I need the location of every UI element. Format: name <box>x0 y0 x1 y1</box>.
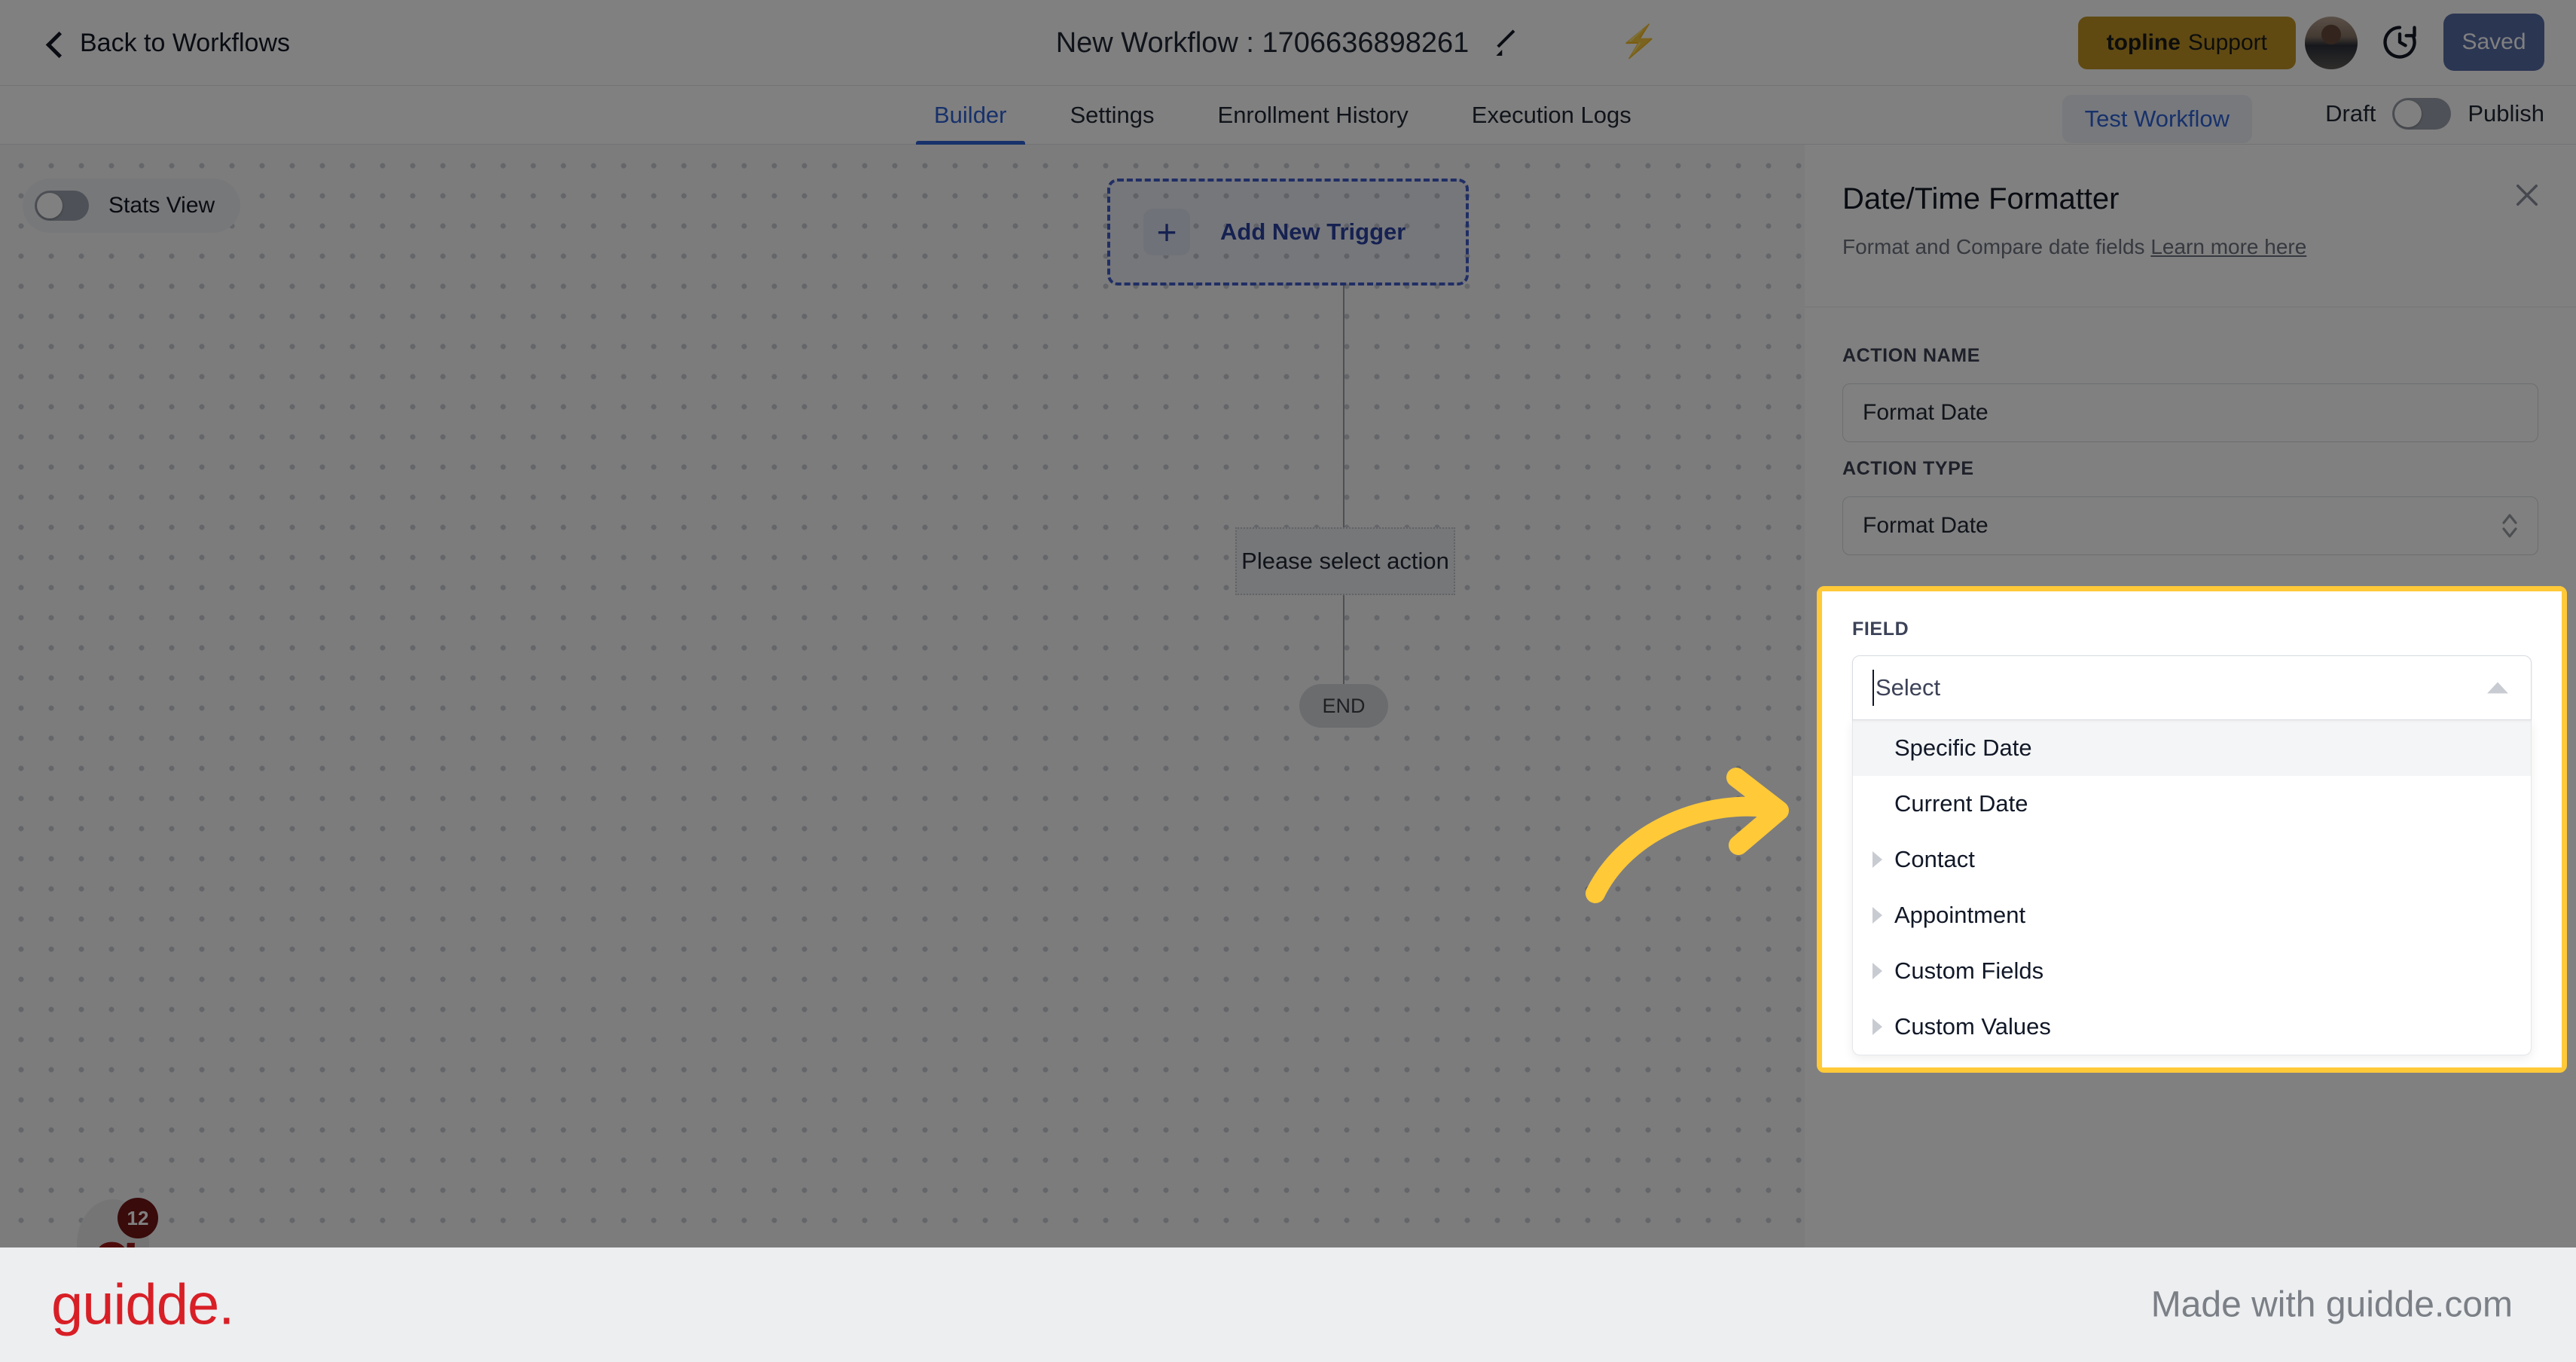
annotation-arrow-icon <box>1586 768 1789 903</box>
text-caret <box>1872 670 1874 706</box>
menu-item-current-date[interactable]: Current Date <box>1853 776 2531 832</box>
tab-execution-logs[interactable]: Execution Logs <box>1440 86 1663 145</box>
panel-title: Date/Time Formatter <box>1842 182 2120 215</box>
chevron-left-icon <box>45 34 63 52</box>
add-new-trigger-button[interactable]: + Add New Trigger <box>1107 179 1469 286</box>
chevron-right-icon[interactable] <box>1872 963 1882 979</box>
menu-item-custom-fields[interactable]: Custom Fields <box>1853 943 2531 999</box>
tab-builder-label: Builder <box>934 102 1007 128</box>
menu-item-appointment[interactable]: Appointment <box>1853 887 2531 943</box>
chevron-up-icon[interactable] <box>2487 682 2508 694</box>
menu-item-custom-values[interactable]: Custom Values <box>1853 999 2531 1055</box>
select-action-label: Please select action <box>1241 548 1449 574</box>
connector-line-top <box>1343 286 1344 528</box>
workflow-title: New Workflow : 1706636898261 <box>1056 0 1521 86</box>
guidde-widget-badge: 12 <box>118 1198 158 1238</box>
workflow-canvas[interactable]: Stats View + Add New Trigger Please sele… <box>0 145 1805 1362</box>
action-name-value: Format Date <box>1863 400 1988 425</box>
test-workflow-label: Test Workflow <box>2084 105 2230 132</box>
menu-item-label: Current Date <box>1894 790 2028 817</box>
menu-item-label: Appointment <box>1894 902 2026 928</box>
test-workflow-button[interactable]: Test Workflow <box>2062 95 2252 143</box>
chevron-right-icon[interactable] <box>1872 907 1882 924</box>
support-label: Support <box>2187 30 2267 55</box>
tab-enrollment-history[interactable]: Enrollment History <box>1186 86 1440 145</box>
avatar[interactable] <box>2305 17 2358 69</box>
field-select-value: Select <box>1876 674 1941 701</box>
publish-toggle-group: Draft Publish <box>2325 98 2544 130</box>
history-clock-icon[interactable] <box>2380 23 2419 62</box>
stats-view-switch[interactable] <box>35 191 89 221</box>
chevron-right-icon[interactable] <box>1872 851 1882 868</box>
field-select-input[interactable]: Select <box>1852 655 2532 720</box>
field-highlight-callout: FIELD Select Specific Date Current Date … <box>1817 586 2567 1073</box>
menu-item-label: Contact <box>1894 846 1975 872</box>
menu-item-label: Custom Values <box>1894 1013 2051 1040</box>
action-type-group: ACTION TYPE Format Date <box>1842 458 2538 555</box>
connector-line-bottom <box>1343 595 1344 684</box>
saved-button-label: Saved <box>2462 29 2526 54</box>
publish-label: Publish <box>2468 100 2544 127</box>
edit-pencil-icon[interactable] <box>1494 30 1520 56</box>
chevron-up-down-icon <box>2502 514 2517 538</box>
action-type-value: Format Date <box>1863 513 1988 538</box>
lightning-bolt-icon[interactable]: ⚡ <box>1619 26 1659 57</box>
select-action-node[interactable]: Please select action <box>1235 527 1455 595</box>
action-name-input[interactable]: Format Date <box>1842 383 2538 442</box>
tab-list: Builder Settings Enrollment History Exec… <box>902 86 1663 145</box>
top-bar: Back to Workflows New Workflow : 1706636… <box>0 0 2576 86</box>
tab-bar: Builder Settings Enrollment History Exec… <box>0 86 2576 145</box>
action-name-group: ACTION NAME Format Date <box>1842 345 2538 442</box>
back-to-workflows-label: Back to Workflows <box>80 28 291 57</box>
menu-item-contact[interactable]: Contact <box>1853 832 2531 887</box>
draft-label: Draft <box>2325 100 2376 127</box>
tab-builder[interactable]: Builder <box>902 86 1039 145</box>
support-button[interactable]: topline Support <box>2077 17 2296 69</box>
guidde-footer: guidde. Made with guidde.com <box>0 1247 2576 1362</box>
panel-subtitle-text: Format and Compare date fields <box>1842 235 2145 258</box>
tab-execution-logs-label: Execution Logs <box>1471 102 1631 128</box>
plus-icon: + <box>1143 209 1190 255</box>
publish-toggle[interactable] <box>2392 98 2452 130</box>
workflow-title-text: New Workflow : 1706636898261 <box>1055 26 1470 59</box>
tab-settings[interactable]: Settings <box>1039 86 1186 145</box>
panel-header: Date/Time Formatter Format and Compare d… <box>1805 145 2576 307</box>
action-type-select[interactable]: Format Date <box>1842 496 2538 555</box>
field-label: FIELD <box>1852 618 1909 640</box>
menu-item-label: Specific Date <box>1894 734 2032 761</box>
close-icon[interactable] <box>2511 179 2543 211</box>
menu-item-label: Custom Fields <box>1894 957 2044 984</box>
add-new-trigger-label: Add New Trigger <box>1220 218 1406 245</box>
learn-more-link[interactable]: Learn more here <box>2150 235 2306 258</box>
stats-view-label: Stats View <box>108 193 215 218</box>
panel-subtitle: Format and Compare date fields Learn mor… <box>1842 235 2306 259</box>
tab-enrollment-history-label: Enrollment History <box>1217 102 1409 128</box>
guidde-logo: guidde. <box>51 1272 234 1337</box>
back-to-workflows-link[interactable]: Back to Workflows <box>45 0 290 86</box>
stats-view-switch-knob <box>37 193 63 218</box>
field-options-menu[interactable]: Specific Date Current Date Contact Appoi… <box>1852 720 2532 1055</box>
saved-button[interactable]: Saved <box>2443 14 2544 71</box>
end-node-label: END <box>1322 694 1366 717</box>
action-type-label: ACTION TYPE <box>1842 458 1974 479</box>
stats-view-toggle[interactable]: Stats View <box>23 179 241 233</box>
tab-settings-label: Settings <box>1070 102 1155 128</box>
chevron-right-icon[interactable] <box>1872 1018 1882 1035</box>
field-group: FIELD Select Specific Date Current Date … <box>1822 591 2562 1067</box>
end-node: END <box>1299 684 1388 728</box>
action-name-label: ACTION NAME <box>1842 345 1980 366</box>
publish-toggle-knob <box>2394 100 2422 127</box>
support-brand-label: topline <box>2106 30 2181 55</box>
menu-item-specific-date[interactable]: Specific Date <box>1853 720 2531 776</box>
made-with-guidde-label: Made with guidde.com <box>2150 1284 2513 1325</box>
